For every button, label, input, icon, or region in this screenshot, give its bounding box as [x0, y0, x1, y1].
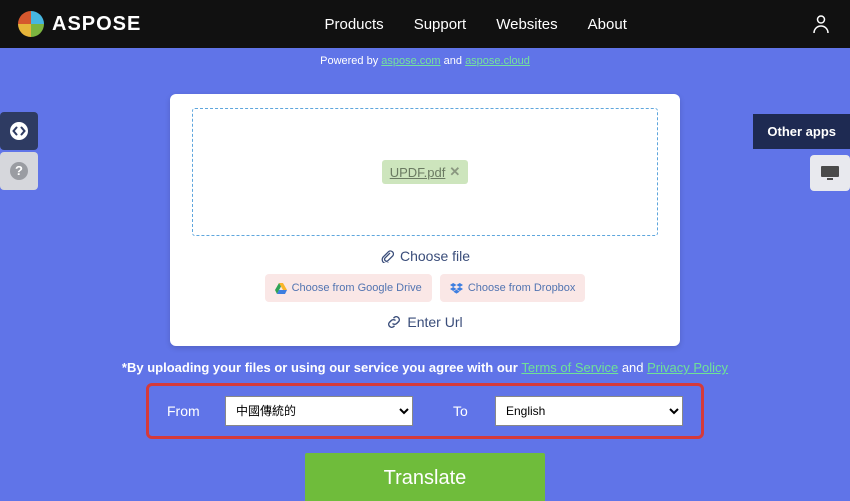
powered-link-aspose-cloud[interactable]: aspose.cloud	[465, 55, 530, 67]
choose-dropbox-button[interactable]: Choose from Dropbox	[440, 274, 586, 302]
agreement-line: *By uploading your files or using our se…	[0, 360, 850, 375]
attachment-icon	[380, 249, 394, 263]
google-drive-label: Choose from Google Drive	[292, 282, 422, 294]
from-language-select[interactable]: 中國傳統的	[225, 396, 413, 426]
brand-logo[interactable]: ASPOSE	[18, 11, 141, 37]
powered-prefix: Powered by	[320, 55, 381, 67]
nav-products[interactable]: Products	[324, 16, 383, 33]
remove-file-icon[interactable]: ✕	[449, 164, 460, 180]
logo-swirl-icon	[18, 11, 44, 37]
to-language-select[interactable]: English	[495, 396, 683, 426]
enter-url-label: Enter Url	[407, 314, 462, 330]
top-header: ASPOSE Products Support Websites About	[0, 0, 850, 48]
dropbox-label: Choose from Dropbox	[468, 282, 576, 294]
language-selection-panel: From 中國傳統的 To English	[146, 383, 704, 439]
enter-url-button[interactable]: Enter Url	[379, 310, 470, 334]
other-apps-button[interactable]: Other apps	[753, 114, 850, 149]
brand-text: ASPOSE	[52, 13, 141, 36]
translate-button[interactable]: Translate	[305, 453, 545, 501]
privacy-policy-link[interactable]: Privacy Policy	[647, 360, 728, 375]
nav-support[interactable]: Support	[414, 16, 467, 33]
user-account-icon[interactable]	[810, 13, 832, 35]
left-side-tools: ?	[0, 112, 38, 190]
file-dropzone[interactable]: UPDF.pdf ✕	[192, 108, 658, 236]
to-label: To	[453, 403, 477, 419]
powered-link-aspose-com[interactable]: aspose.com	[381, 55, 440, 67]
terms-of-service-link[interactable]: Terms of Service	[521, 360, 618, 375]
help-icon[interactable]: ?	[0, 152, 38, 190]
code-icon[interactable]	[0, 112, 38, 150]
uploaded-file-name[interactable]: UPDF.pdf	[390, 165, 446, 180]
desktop-icon[interactable]	[810, 155, 850, 191]
uploaded-file-chip: UPDF.pdf ✕	[382, 160, 469, 184]
powered-by-line: Powered by aspose.com and aspose.cloud	[0, 48, 850, 74]
main-nav: Products Support Websites About	[141, 16, 810, 33]
choose-file-label: Choose file	[400, 248, 470, 264]
dropbox-icon	[450, 283, 463, 294]
nav-websites[interactable]: Websites	[496, 16, 557, 33]
choose-file-button[interactable]: Choose file	[372, 244, 478, 268]
link-icon	[387, 315, 401, 329]
choose-google-drive-button[interactable]: Choose from Google Drive	[265, 274, 432, 302]
agreement-and: and	[622, 360, 647, 375]
google-drive-icon	[275, 283, 287, 294]
right-side-tools: Other apps	[753, 114, 850, 191]
svg-text:?: ?	[15, 163, 23, 178]
nav-about[interactable]: About	[588, 16, 627, 33]
powered-mid: and	[444, 55, 465, 67]
upload-card: UPDF.pdf ✕ Choose file Choose from Googl…	[170, 94, 680, 346]
from-label: From	[167, 403, 207, 419]
agreement-prefix: *By uploading your files or using our se…	[122, 360, 521, 375]
